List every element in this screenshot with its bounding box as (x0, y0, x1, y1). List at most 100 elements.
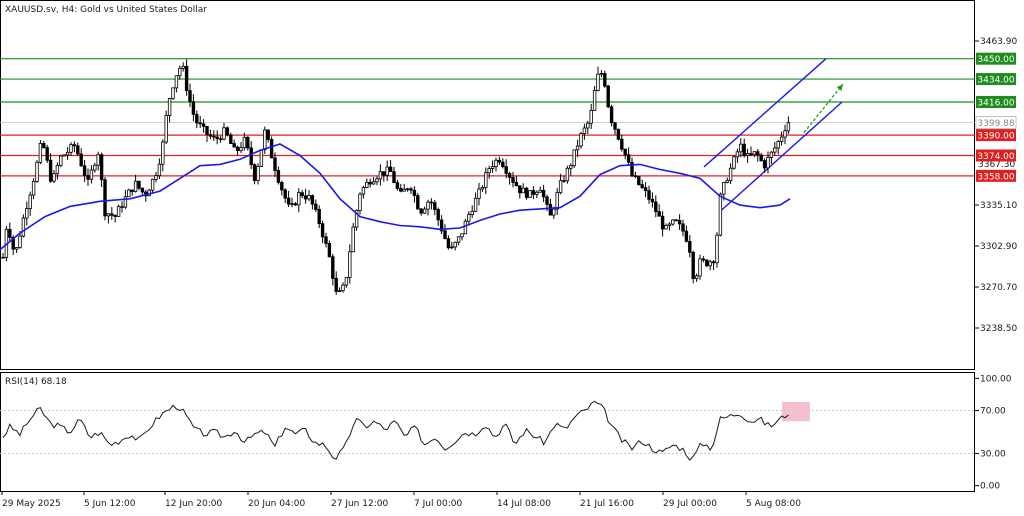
candle-body (300, 192, 304, 197)
candle-body (684, 230, 689, 242)
candle-body (310, 195, 315, 205)
chart-background (0, 0, 1024, 512)
candle-body (446, 238, 451, 249)
candle-body (426, 201, 430, 210)
candle-body (154, 175, 158, 180)
candle-body (35, 161, 39, 182)
price-tick-label: 3270.70 (980, 283, 1017, 293)
candle-body (25, 208, 29, 219)
candle-body (1, 256, 5, 259)
candle-body (742, 143, 746, 156)
candle-body (674, 219, 678, 222)
candle-body (562, 180, 566, 182)
candle-body (409, 188, 413, 191)
candle-body (477, 188, 481, 199)
candle-body (259, 149, 264, 167)
candle-body (212, 135, 216, 138)
candle-body (371, 181, 376, 185)
candle-body (327, 243, 332, 258)
candle-body (222, 127, 226, 140)
price-tick-label: 3335.10 (980, 201, 1017, 211)
candle-body (161, 141, 165, 165)
rsi-highlight-box (782, 401, 810, 422)
candle-body (283, 189, 287, 199)
candle-body (565, 167, 570, 182)
candle-body (65, 151, 70, 156)
candle-body (86, 175, 90, 180)
candle-body (664, 224, 668, 230)
candle-body (552, 208, 556, 216)
candle-body (732, 156, 736, 169)
candle-body (18, 235, 22, 248)
candle-body (392, 171, 396, 184)
candle-body (531, 190, 536, 195)
candle-body (344, 277, 349, 286)
level-badge-label: 3374.00 (977, 152, 1014, 162)
candle-body (72, 144, 77, 147)
rsi-tick-label: 30.00 (980, 449, 1006, 459)
candle-body (623, 148, 627, 156)
candle-body (654, 201, 658, 213)
candle-body (518, 185, 522, 194)
candle-body (256, 166, 260, 181)
candle-body (82, 165, 87, 176)
candle-body (501, 161, 505, 168)
candle-body (331, 256, 335, 279)
candle-body (722, 182, 726, 195)
candle-body (677, 219, 682, 225)
candle-body (123, 196, 128, 208)
candle-body (701, 258, 706, 261)
candle-body (201, 123, 206, 127)
time-tick-label: 12 Jun 20:00 (165, 499, 222, 509)
candle-body (708, 261, 712, 267)
candle-body (246, 136, 250, 149)
candle-body (715, 234, 719, 264)
time-tick-label: 14 Jul 08:00 (497, 499, 551, 509)
candle-body (460, 233, 464, 238)
candle-body (579, 133, 583, 147)
candle-body (218, 138, 223, 140)
candle-body (368, 181, 372, 185)
candle-body (239, 147, 243, 152)
candle-body (718, 193, 723, 236)
candle-body (745, 153, 750, 156)
candle-body (786, 122, 791, 132)
level-badge-label: 3434.00 (977, 76, 1014, 86)
candle-body (504, 166, 508, 174)
candle-body (463, 220, 468, 235)
candle-body (511, 176, 515, 183)
candle-body (378, 171, 383, 180)
candle-body (14, 247, 19, 250)
candle-body (405, 188, 410, 191)
candle-body (589, 109, 593, 124)
candle-body (762, 160, 767, 169)
price-tick-label: 3463.90 (980, 37, 1017, 47)
candle-body (402, 188, 406, 192)
candle-body (694, 275, 699, 279)
candle-body (433, 202, 437, 210)
candle-body (609, 106, 614, 124)
candle-body (174, 75, 179, 89)
price-tick-label: 3302.90 (980, 242, 1017, 252)
candle-body (21, 217, 26, 237)
candle-body (252, 164, 257, 181)
candle-body (297, 192, 301, 206)
candle-body (399, 188, 403, 192)
candle-body (698, 258, 702, 277)
candle-body (137, 180, 141, 189)
candle-body (541, 189, 546, 198)
candle-body (195, 113, 199, 124)
chart-root: XAUUSD.sv, H4: Gold vs United States Dol… (0, 0, 1024, 512)
candle-body (456, 236, 461, 243)
level-badge-label: 3358.00 (977, 172, 1014, 182)
candle-body (337, 290, 342, 292)
candle-body (273, 157, 277, 171)
candle-body (385, 166, 389, 176)
candle-body (133, 180, 138, 192)
candle-body (643, 187, 648, 191)
candle-body (592, 90, 597, 111)
candle-body (358, 193, 362, 211)
candle-body (280, 182, 284, 191)
time-tick-label: 29 May 2025 (2, 499, 61, 509)
candle-body (752, 151, 757, 155)
